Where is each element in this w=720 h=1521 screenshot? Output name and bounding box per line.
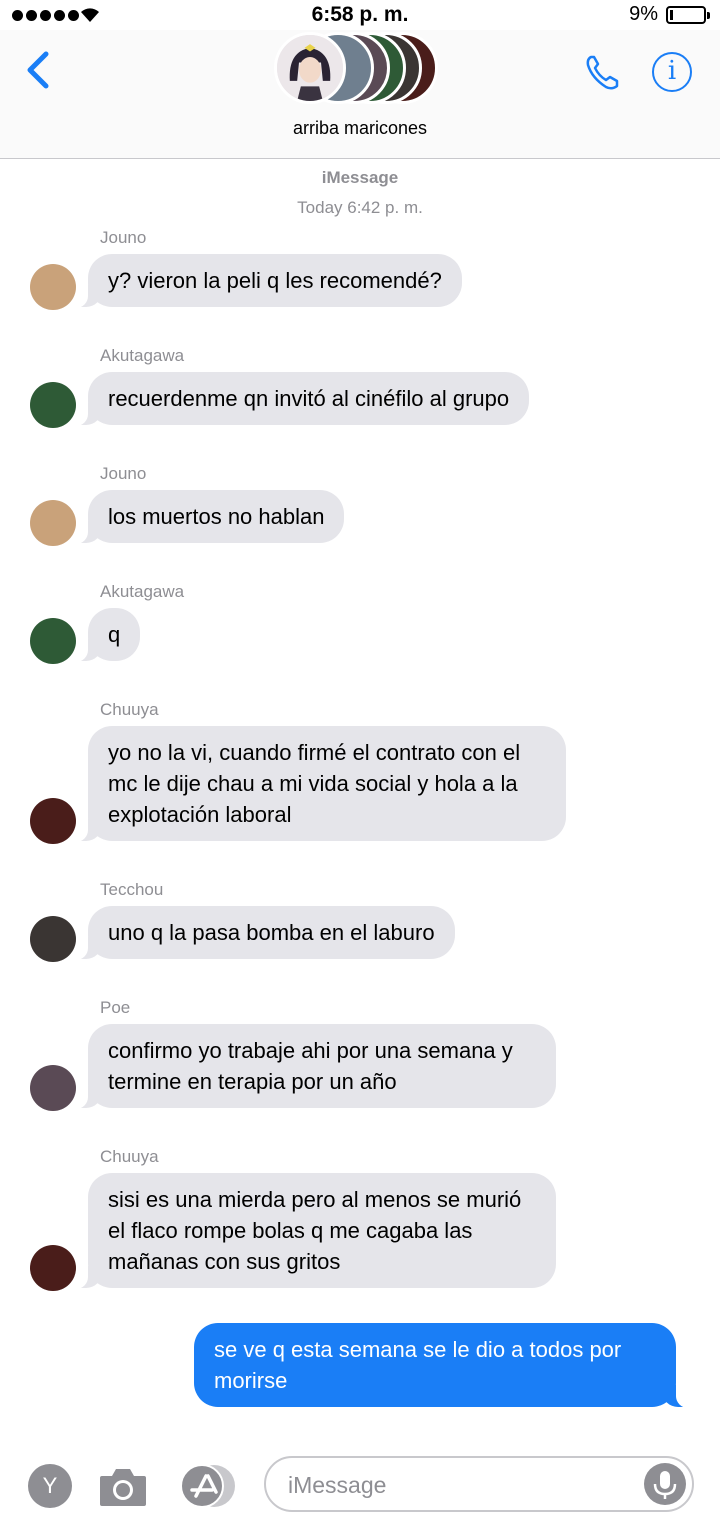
- avatar[interactable]: [30, 1065, 76, 1111]
- message-input[interactable]: [288, 1468, 628, 1502]
- message-bubble[interactable]: los muertos no hablan: [75, 490, 345, 544]
- service-label: iMessage: [321, 168, 399, 187]
- app-drawer-button[interactable]: Y: [28, 1464, 72, 1508]
- microphone-icon[interactable]: [644, 1463, 686, 1505]
- avatar[interactable]: [30, 500, 76, 546]
- sender-name: Jouno: [100, 464, 147, 483]
- sender-name: Chuuya: [100, 1147, 159, 1166]
- battery-icon: [666, 6, 710, 24]
- status-bar: 6:58 p. m. 9%: [0, 0, 720, 30]
- info-icon[interactable]: i: [652, 52, 692, 92]
- composer-toolbar: Y: [0, 1448, 720, 1521]
- battery-percent: 9%: [629, 3, 658, 25]
- message-bubble[interactable]: q: [75, 608, 141, 662]
- avatar[interactable]: [30, 1245, 76, 1291]
- message-bubble[interactable]: uno q la pasa bomba en el laburo: [76, 906, 455, 960]
- message-bubble[interactable]: sisi es una mierda pero al menos se muri…: [76, 1173, 556, 1289]
- message-bubble[interactable]: yo no la vi, cuando firmé el contrato co…: [76, 726, 566, 842]
- sender-name: Akutagawa: [100, 582, 185, 601]
- sender-name: Jouno: [100, 228, 147, 247]
- conversation-header: arriba maricones i: [0, 30, 720, 159]
- avatar: [274, 32, 346, 104]
- sender-name: Poe: [100, 998, 131, 1017]
- group-name[interactable]: arriba maricones: [0, 118, 720, 139]
- sender-name: Akutagawa: [100, 346, 185, 365]
- group-avatar-stack[interactable]: [274, 30, 444, 108]
- conversation-timestamp: Today 6:42 p. m.: [297, 198, 423, 217]
- message-input-field[interactable]: [264, 1456, 694, 1512]
- message-bubble[interactable]: y? vieron la peli q les recomendé?: [76, 254, 462, 308]
- microphone-glyph: [653, 1471, 677, 1499]
- sender-name: Chuuya: [100, 700, 159, 719]
- app-store-icon[interactable]: [178, 1464, 236, 1508]
- back-chevron-icon[interactable]: [22, 50, 52, 90]
- message-bubble[interactable]: confirmo yo trabaje ahi por una semana y…: [76, 1024, 556, 1109]
- avatar[interactable]: [30, 264, 76, 310]
- avatar[interactable]: [30, 798, 76, 844]
- avatar[interactable]: [30, 382, 76, 428]
- sent-message-bubble[interactable]: se ve q esta semana se le dio a todos po…: [194, 1323, 688, 1408]
- message-bubble[interactable]: recuerdenme qn invitó al cinéfilo al gru…: [75, 372, 530, 426]
- camera-icon[interactable]: [98, 1464, 148, 1508]
- avatar[interactable]: [30, 618, 76, 664]
- phone-icon[interactable]: [582, 52, 624, 94]
- sender-name: Tecchou: [100, 880, 164, 899]
- status-time: 6:58 p. m.: [311, 3, 409, 26]
- avatar[interactable]: [30, 916, 76, 962]
